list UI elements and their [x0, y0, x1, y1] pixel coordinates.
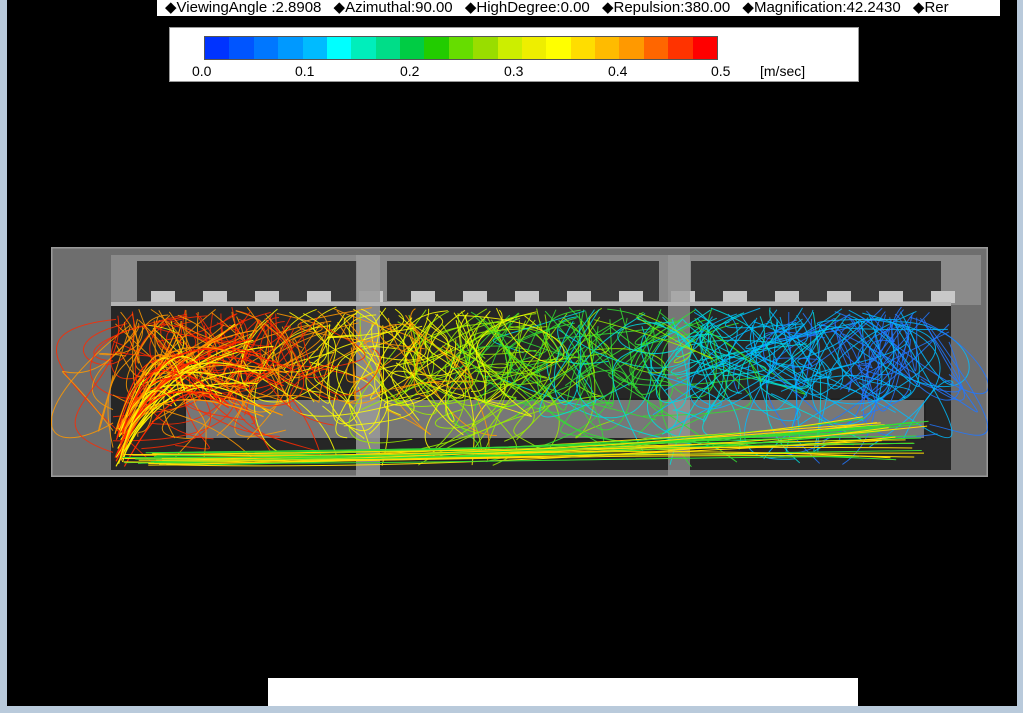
- color-swatch: [619, 37, 644, 59]
- diffuser: [411, 291, 435, 303]
- color-swatch: [497, 37, 522, 59]
- color-swatch: [521, 37, 547, 59]
- diffuser: [307, 291, 331, 303]
- repulsion-label: ◆Repulsion:380.00: [601, 0, 731, 16]
- velocity-color-legend: 0.0 0.1 0.2 0.3 0.4 0.5 [m/sec]: [169, 27, 859, 82]
- color-swatch: [473, 37, 498, 59]
- airflow-streamline-render: [51, 247, 988, 477]
- diffuser: [879, 291, 903, 303]
- structural-column: [668, 255, 690, 477]
- magnification-label: ◆Magnification:42.2430: [742, 0, 901, 16]
- color-swatch: [253, 37, 279, 59]
- diffuser: [619, 291, 643, 303]
- color-swatch: [375, 37, 400, 59]
- diffuser: [827, 291, 851, 303]
- diffuser: [515, 291, 539, 303]
- simulation-viewport[interactable]: ◆ViewingAngle :2.8908 ◆Azimuthal:90.00 ◆…: [7, 0, 1017, 706]
- ceiling-line: [111, 302, 951, 306]
- status-panel: [268, 678, 858, 706]
- color-swatch: [448, 37, 474, 59]
- color-swatch: [570, 37, 595, 59]
- legend-tick: 0.5: [711, 63, 731, 79]
- diffuser: [203, 291, 227, 303]
- color-swatch: [400, 37, 425, 59]
- color-scale-bar: [204, 36, 718, 60]
- color-swatch: [668, 37, 693, 59]
- diffuser: [775, 291, 799, 303]
- legend-tick: 0.1: [295, 63, 315, 79]
- legend-tick: 0.4: [608, 63, 628, 79]
- diffuser: [463, 291, 487, 303]
- color-swatch: [326, 37, 352, 59]
- legend-tick: 0.3: [504, 63, 524, 79]
- color-swatch: [424, 37, 449, 59]
- color-swatch: [595, 37, 620, 59]
- high-degree-label: ◆HighDegree:0.00: [464, 0, 590, 16]
- azimuthal-label: ◆Azimuthal:90.00: [333, 0, 453, 16]
- diffuser: [151, 291, 175, 303]
- color-swatch: [229, 37, 254, 59]
- diffuser: [723, 291, 747, 303]
- color-swatch: [278, 37, 303, 59]
- color-swatch: [643, 37, 669, 59]
- diffuser: [931, 291, 955, 303]
- view-parameters-bar: ◆ViewingAngle :2.8908 ◆Azimuthal:90.00 ◆…: [157, 0, 1000, 16]
- diffuser: [255, 291, 279, 303]
- legend-tick: 0.0: [192, 63, 212, 79]
- color-swatch: [692, 37, 717, 59]
- color-swatch: [205, 37, 230, 59]
- color-swatch: [302, 37, 327, 59]
- diffuser: [567, 291, 591, 303]
- viewing-angle-label: ◆ViewingAngle :2.8908: [165, 0, 322, 16]
- window-frame: ◆ViewingAngle :2.8908 ◆Azimuthal:90.00 ◆…: [0, 0, 1023, 713]
- color-swatch: [351, 37, 376, 59]
- legend-tick: 0.2: [400, 63, 420, 79]
- legend-unit: [m/sec]: [760, 63, 806, 79]
- color-swatch: [546, 37, 571, 59]
- truncated-parameter-label: ◆Rer: [912, 0, 949, 16]
